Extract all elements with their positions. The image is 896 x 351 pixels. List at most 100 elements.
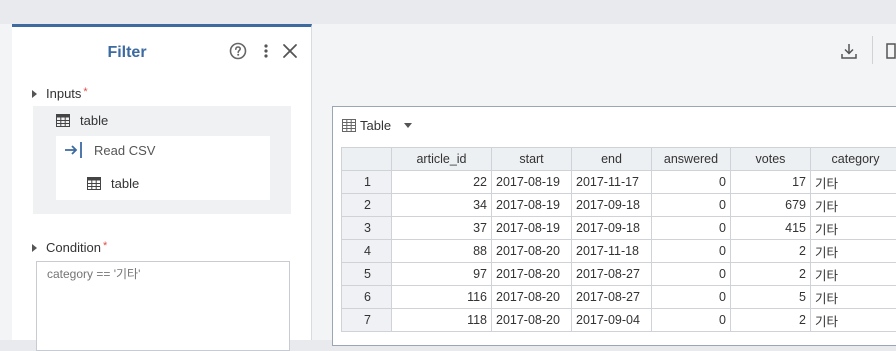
caret-down-icon [404, 123, 412, 128]
condition-input[interactable] [36, 261, 290, 351]
row-index-cell: 5 [342, 263, 392, 286]
table-viewer: Table article_id start end answered vote… [332, 106, 896, 346]
article-id-cell: 116 [392, 286, 492, 309]
read-csv-output-node[interactable]: table [87, 176, 139, 191]
votes-cell: 2 [731, 309, 811, 332]
toolbar-separator [872, 36, 873, 64]
source-box: Read CSV table [56, 136, 270, 200]
start-cell: 2017-08-20 [492, 309, 572, 332]
end-cell: 2017-09-18 [572, 194, 652, 217]
row-index-cell: 7 [342, 309, 392, 332]
answered-cell: 0 [652, 309, 731, 332]
article-id-cell: 22 [392, 171, 492, 194]
row-index-cell: 3 [342, 217, 392, 240]
votes-cell: 2 [731, 240, 811, 263]
inputs-label: Inputs [46, 86, 81, 101]
category-cell: 기타 [811, 171, 896, 194]
column-header-category[interactable]: category [811, 148, 896, 171]
inputs-box: table Read CSV table [33, 106, 291, 214]
votes-cell: 2 [731, 263, 811, 286]
article-id-cell: 34 [392, 194, 492, 217]
table-icon [56, 114, 70, 127]
column-header-end[interactable]: end [572, 148, 652, 171]
votes-cell: 17 [731, 171, 811, 194]
start-cell: 2017-08-19 [492, 194, 572, 217]
table-row[interactable]: 5972017-08-202017-08-2702기타 [342, 263, 896, 286]
row-index-cell: 1 [342, 171, 392, 194]
column-header-votes[interactable]: votes [731, 148, 811, 171]
article-id-cell: 88 [392, 240, 492, 263]
votes-cell: 415 [731, 217, 811, 240]
left-strip [0, 24, 12, 340]
read-csv-output-label: table [111, 176, 139, 191]
category-cell: 기타 [811, 309, 896, 332]
required-mark: * [83, 86, 87, 98]
table-row[interactable]: 3372017-08-192017-09-180415기타 [342, 217, 896, 240]
table-icon [342, 119, 356, 132]
table-row[interactable]: 4882017-08-202017-11-1802기타 [342, 240, 896, 263]
category-cell: 기타 [811, 217, 896, 240]
start-cell: 2017-08-19 [492, 171, 572, 194]
end-cell: 2017-09-18 [572, 217, 652, 240]
read-csv-node[interactable]: Read CSV [64, 141, 155, 159]
input-table-label: table [80, 113, 108, 128]
import-icon [64, 141, 84, 159]
download-icon [840, 42, 858, 60]
caret-right-icon [32, 90, 37, 98]
help-icon[interactable] [228, 41, 248, 61]
votes-cell: 5 [731, 286, 811, 309]
column-header-start[interactable]: start [492, 148, 572, 171]
close-icon[interactable] [280, 41, 300, 61]
panel-title: Filter [12, 44, 242, 62]
more-icon[interactable] [256, 41, 276, 61]
end-cell: 2017-08-27 [572, 286, 652, 309]
row-index-cell: 2 [342, 194, 392, 217]
start-cell: 2017-08-20 [492, 286, 572, 309]
table-row[interactable]: 71182017-08-202017-09-0402기타 [342, 309, 896, 332]
end-cell: 2017-08-27 [572, 263, 652, 286]
category-cell: 기타 [811, 240, 896, 263]
condition-label: Condition [46, 240, 101, 255]
data-table: article_id start end answered votes cate… [341, 147, 896, 332]
column-header-article-id[interactable]: article_id [392, 148, 492, 171]
article-id-cell: 97 [392, 263, 492, 286]
start-cell: 2017-08-19 [492, 217, 572, 240]
table-icon [87, 177, 101, 190]
table-selector[interactable]: Table [342, 118, 412, 133]
workspace: Table article_id start end answered vote… [312, 24, 896, 340]
answered-cell: 0 [652, 217, 731, 240]
table-row[interactable]: 1222017-08-192017-11-17017기타 [342, 171, 896, 194]
panel-toggle-button[interactable] [886, 42, 896, 65]
caret-right-icon [32, 244, 37, 252]
end-cell: 2017-11-17 [572, 171, 652, 194]
download-button[interactable] [840, 42, 858, 65]
filter-panel: Filter Inputs* table Read CSV table Cond… [12, 24, 312, 340]
column-header-answered[interactable]: answered [652, 148, 731, 171]
article-id-cell: 37 [392, 217, 492, 240]
top-bar [0, 0, 896, 24]
table-selector-label: Table [360, 118, 391, 133]
inputs-section-toggle[interactable]: Inputs* [32, 86, 88, 101]
panel-icon [886, 42, 896, 60]
article-id-cell: 118 [392, 309, 492, 332]
column-header-index[interactable] [342, 148, 392, 171]
answered-cell: 0 [652, 194, 731, 217]
votes-cell: 679 [731, 194, 811, 217]
start-cell: 2017-08-20 [492, 240, 572, 263]
table-row[interactable]: 2342017-08-192017-09-180679기타 [342, 194, 896, 217]
row-index-cell: 4 [342, 240, 392, 263]
answered-cell: 0 [652, 171, 731, 194]
answered-cell: 0 [652, 263, 731, 286]
input-table-node[interactable]: table [56, 113, 108, 128]
table-row[interactable]: 61162017-08-202017-08-2705기타 [342, 286, 896, 309]
read-csv-label: Read CSV [94, 143, 155, 158]
table-header-row: article_id start end answered votes cate… [342, 148, 896, 171]
category-cell: 기타 [811, 263, 896, 286]
start-cell: 2017-08-20 [492, 263, 572, 286]
answered-cell: 0 [652, 240, 731, 263]
condition-section-toggle[interactable]: Condition* [32, 240, 107, 255]
end-cell: 2017-09-04 [572, 309, 652, 332]
end-cell: 2017-11-18 [572, 240, 652, 263]
answered-cell: 0 [652, 286, 731, 309]
row-index-cell: 6 [342, 286, 392, 309]
